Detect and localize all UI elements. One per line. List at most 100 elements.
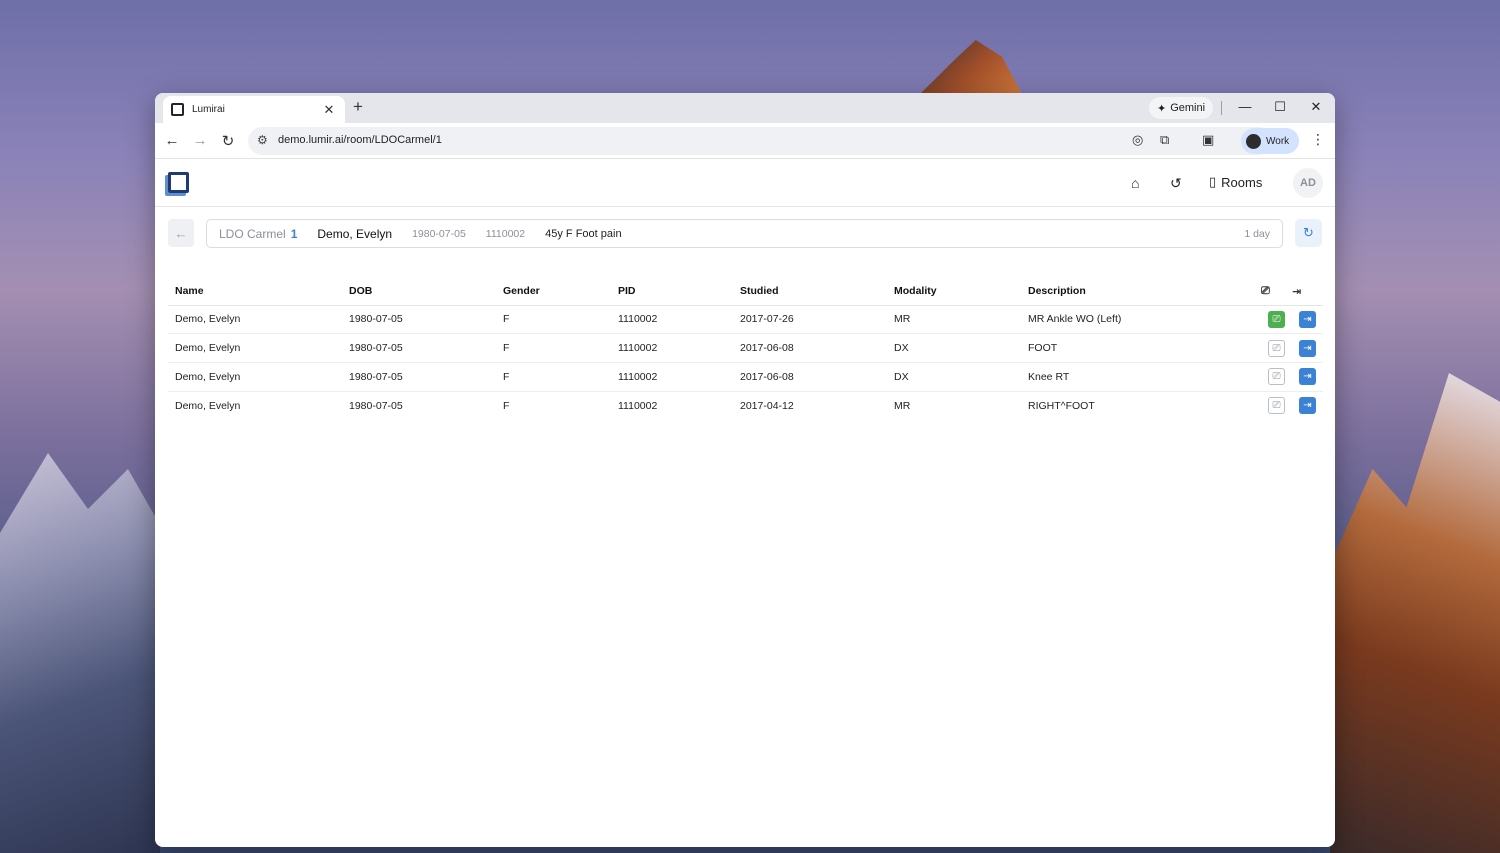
refresh-icon: ↻ xyxy=(1303,225,1314,240)
url-text[interactable]: demo.lumir.ai/room/LDOCarmel/1 xyxy=(278,134,442,146)
column-header-view: ⎚ xyxy=(1261,278,1292,306)
table-row[interactable]: Demo, Evelyn 1980-07-05 F 1110002 2017-07-26… xyxy=(168,305,1323,335)
open-study-button[interactable]: ⇥ xyxy=(1299,397,1316,415)
background-mountain-right xyxy=(1330,373,1500,853)
new-tab-button[interactable]: + xyxy=(353,97,363,117)
column-header-studied: Studied xyxy=(733,278,887,306)
context-box: LDO Carmel 1 Demo, Evelyn 1980-07-05 111… xyxy=(206,219,1283,248)
cell-modality: DX xyxy=(887,333,1021,363)
background-mountain-left xyxy=(0,453,160,853)
forward-arrow-icon[interactable]: → xyxy=(191,132,209,149)
omnibox[interactable]: ⚙ demo.lumir.ai/room/LDOCarmel/1 ☆ xyxy=(248,127,1273,155)
table-header-row: Name DOB Gender PID Studied Modality Des… xyxy=(168,278,1323,306)
tab-close-icon[interactable]: ✕ xyxy=(321,102,337,118)
profile-chip[interactable]: Work xyxy=(1241,128,1299,154)
patient-name: Demo, Evelyn xyxy=(317,226,393,241)
cell-name: Demo, Evelyn xyxy=(168,333,342,363)
cell-open: ⇥ xyxy=(1292,305,1323,335)
profile-avatar-icon xyxy=(1246,133,1261,149)
cell-open: ⇥ xyxy=(1292,362,1323,392)
view-screen-icon: ⎚ xyxy=(1261,284,1270,297)
extensions-puzzle-icon[interactable]: ⧉ xyxy=(1160,132,1169,148)
view-study-button[interactable]: ⎚ xyxy=(1268,310,1285,328)
cell-pid: 1110002 xyxy=(611,305,733,335)
window-controls-divider xyxy=(1221,101,1222,115)
tab-strip: Lumirai ✕ + ✦ Gemini — ☐ ✕ xyxy=(155,93,1335,123)
cell-studied: 2017-06-08 xyxy=(733,333,887,363)
background-mountain-peak xyxy=(918,40,1023,96)
patient-pid: 1110002 xyxy=(485,227,526,240)
cell-pid: 1110002 xyxy=(618,399,658,412)
cell-studied: 2017-06-08 xyxy=(733,362,887,392)
cell-studied: 2017-04-12 xyxy=(740,399,794,412)
cell-name: Demo, Evelyn xyxy=(168,305,342,335)
browser-tab[interactable]: Lumirai ✕ xyxy=(163,96,345,123)
column-header-description: Description xyxy=(1021,278,1261,306)
back-arrow-icon[interactable]: ← xyxy=(163,132,181,149)
open-study-button[interactable]: ⇥ xyxy=(1299,368,1316,386)
cell-dob: 1980-07-05 xyxy=(342,333,496,363)
cell-description: Knee RT xyxy=(1021,362,1261,392)
user-avatar[interactable]: AD xyxy=(1293,168,1323,198)
gemini-label: Gemini xyxy=(1170,102,1206,114)
rooms-label: Rooms xyxy=(1221,174,1263,190)
column-header-gender: Gender xyxy=(496,278,611,306)
cell-modality: MR xyxy=(887,305,1021,335)
study-context-bar: ← LDO Carmel 1 Demo, Evelyn 1980-07-05 1… xyxy=(155,219,1335,249)
rooms-button[interactable]: ▯ Rooms xyxy=(1209,174,1262,190)
cell-description: MR Ankle WO (Left) xyxy=(1021,305,1261,335)
cell-modality: DX xyxy=(887,362,1021,392)
patient-dob: 1980-07-05 xyxy=(412,227,466,240)
lumirai-logo-icon[interactable] xyxy=(168,172,189,193)
table-row[interactable]: Demo, Evelyn 1980-07-05 F 1110002 2017-04-12… xyxy=(168,391,1323,420)
cast-search-icon[interactable]: ▣ xyxy=(1202,132,1214,148)
back-button[interactable]: ← xyxy=(168,219,194,247)
tab-title: Lumirai xyxy=(192,104,225,115)
history-icon[interactable]: ↺ xyxy=(1170,175,1182,192)
cell-description: RIGHT^FOOT xyxy=(1028,399,1095,412)
column-header-name: Name xyxy=(168,278,342,306)
column-header-dob: DOB xyxy=(342,278,496,306)
view-study-button[interactable]: ⎚ xyxy=(1268,368,1285,386)
cell-view: ⎚ xyxy=(1261,391,1292,420)
open-study-button[interactable]: ⇥ xyxy=(1299,339,1316,357)
cell-pid: 1110002 xyxy=(611,333,733,363)
room-name: LDO Carmel xyxy=(219,226,286,241)
room-number: 1 xyxy=(290,226,298,241)
cell-dob: 1980-07-05 xyxy=(342,305,496,335)
open-study-icon: ⇥ xyxy=(1292,285,1302,298)
column-header-modality: Modality xyxy=(887,278,1021,306)
home-icon[interactable]: ⌂ xyxy=(1131,175,1139,191)
view-study-button[interactable]: ⎚ xyxy=(1268,397,1285,415)
reload-icon[interactable]: ↻ xyxy=(219,132,237,150)
cell-modality: MR xyxy=(894,399,911,412)
cell-description: FOOT xyxy=(1021,333,1261,363)
cell-view: ⎚ xyxy=(1261,362,1292,392)
column-header-open: ⇥ xyxy=(1292,278,1323,306)
profile-label: Work xyxy=(1266,135,1290,147)
minimize-icon[interactable]: — xyxy=(1235,99,1255,114)
table-row[interactable]: Demo, Evelyn 1980-07-05 F 1110002 2017-06-08… xyxy=(168,362,1323,392)
cell-gender: F xyxy=(496,362,611,392)
refresh-button[interactable]: ↻ xyxy=(1295,219,1322,247)
site-settings-icon[interactable]: ⚙ xyxy=(257,133,268,147)
browser-menu-icon[interactable]: ⋮ xyxy=(1311,131,1325,148)
cell-gender: F xyxy=(496,305,611,335)
cell-name: Demo, Evelyn xyxy=(168,362,342,392)
gemini-sparkle-icon: ✦ xyxy=(1157,102,1167,115)
browser-window: Lumirai ✕ + ✦ Gemini — ☐ ✕ ← → ↻ ⚙ demo.… xyxy=(155,93,1335,847)
column-header-pid: PID xyxy=(611,278,733,306)
open-study-button[interactable]: ⇥ xyxy=(1299,310,1316,328)
gemini-button[interactable]: ✦ Gemini xyxy=(1149,97,1214,119)
extension-shield-icon[interactable]: ◎ xyxy=(1132,132,1143,148)
cell-dob: 1980-07-05 xyxy=(349,399,403,412)
view-study-button[interactable]: ⎚ xyxy=(1268,339,1285,357)
lumirai-favicon-icon xyxy=(171,103,184,116)
cell-view: ⎚ xyxy=(1261,305,1292,335)
maximize-icon[interactable]: ☐ xyxy=(1270,99,1290,115)
close-window-icon[interactable]: ✕ xyxy=(1306,99,1326,115)
cell-gender: F xyxy=(496,333,611,363)
table-row[interactable]: Demo, Evelyn 1980-07-05 F 1110002 2017-06-08… xyxy=(168,333,1323,363)
back-arrow-icon: ← xyxy=(174,225,188,241)
clinical-description: 45y F Foot pain xyxy=(545,227,622,240)
